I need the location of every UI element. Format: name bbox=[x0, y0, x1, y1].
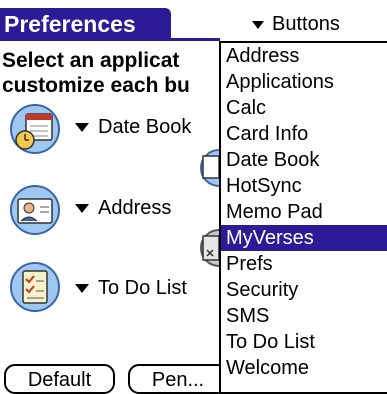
todo-list-icon[interactable] bbox=[10, 262, 60, 312]
list-item[interactable]: Security bbox=[221, 277, 387, 303]
pen-button[interactable]: Pen... bbox=[128, 364, 228, 394]
page-title: Preferences bbox=[0, 8, 171, 41]
list-item[interactable]: Welcome bbox=[221, 355, 387, 381]
list-item[interactable]: Applications bbox=[221, 69, 387, 95]
date-book-trigger-label: Date Book bbox=[98, 116, 192, 138]
title-underline bbox=[0, 38, 220, 41]
list-item[interactable]: MyVerses bbox=[221, 225, 387, 251]
address-trigger[interactable]: Address bbox=[75, 195, 171, 221]
list-item[interactable]: SMS bbox=[221, 303, 387, 329]
button-row-address bbox=[10, 185, 60, 240]
date-book-icon[interactable] bbox=[10, 104, 60, 154]
todo-list-trigger-label: To Do List bbox=[98, 277, 187, 299]
list-item[interactable]: Calc bbox=[221, 95, 387, 121]
todo-list-trigger[interactable]: To Do List bbox=[75, 275, 187, 301]
triangle-down-icon bbox=[252, 20, 264, 29]
button-row-todo bbox=[10, 262, 60, 317]
triangle-down-icon bbox=[75, 284, 89, 294]
app-list[interactable]: Address Applications Calc Card Info Date Boo… bbox=[219, 41, 387, 394]
date-book-trigger[interactable]: Date Book bbox=[75, 114, 191, 140]
list-item[interactable]: Card Info bbox=[221, 121, 387, 147]
default-button[interactable]: Default bbox=[4, 364, 115, 394]
list-item[interactable]: Address bbox=[221, 43, 387, 69]
address-trigger-label: Address bbox=[98, 197, 172, 219]
address-icon[interactable] bbox=[10, 185, 60, 235]
calc-icon[interactable] bbox=[193, 228, 219, 268]
list-item[interactable]: HotSync bbox=[221, 173, 387, 199]
category-trigger[interactable]: Buttons bbox=[252, 10, 387, 38]
list-item[interactable]: Date Book bbox=[221, 147, 387, 173]
list-item[interactable]: Prefs bbox=[221, 251, 387, 277]
hidden-app-icon[interactable] bbox=[193, 148, 219, 188]
list-item[interactable]: Memo Pad bbox=[221, 199, 387, 225]
triangle-down-icon bbox=[75, 123, 89, 133]
triangle-down-icon bbox=[75, 204, 89, 214]
list-item[interactable]: To Do List bbox=[221, 329, 387, 355]
category-trigger-label: Buttons bbox=[272, 13, 340, 35]
button-row-date-book bbox=[10, 104, 60, 159]
